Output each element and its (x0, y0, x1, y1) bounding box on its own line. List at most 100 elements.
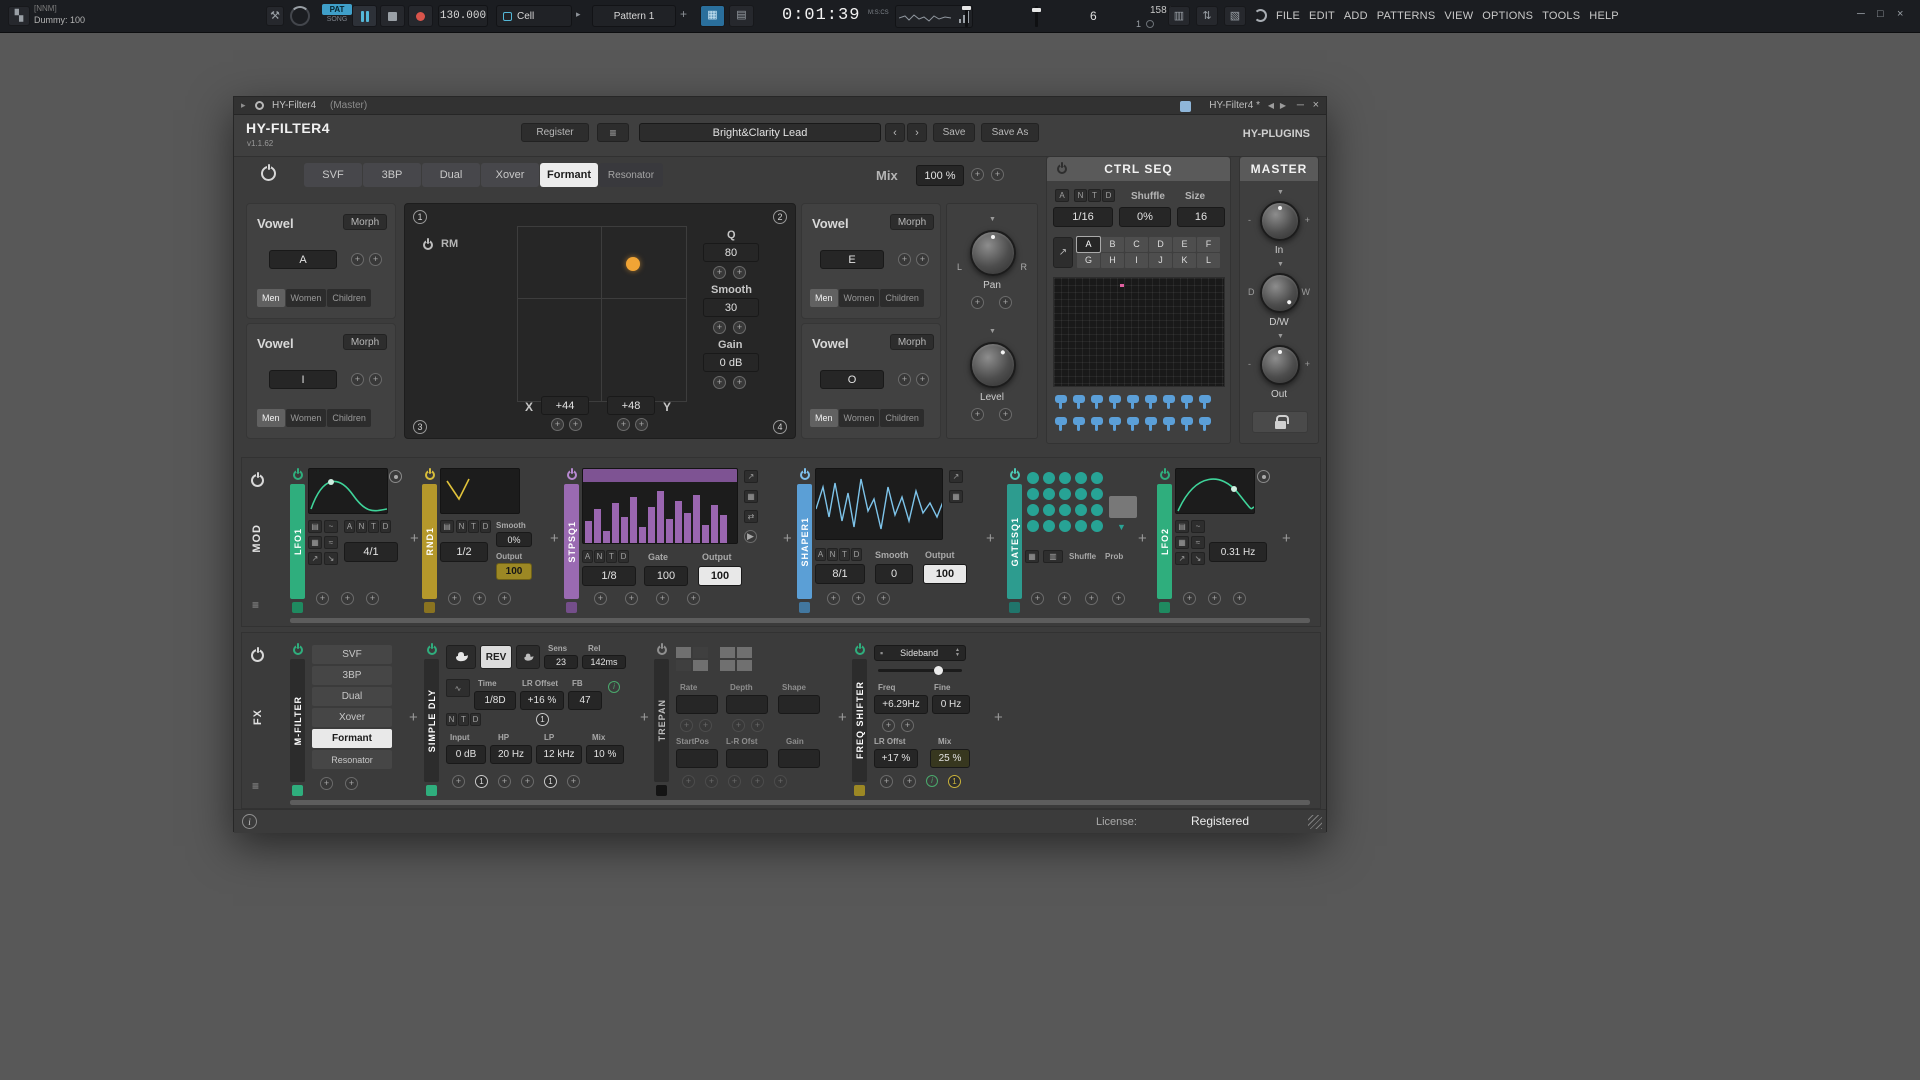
add-module-icon[interactable]: + (838, 709, 847, 726)
group-children[interactable]: Children (327, 289, 371, 307)
lfo1-wave-icon[interactable]: ~ (324, 520, 338, 533)
mod-slot-button[interactable]: + (903, 775, 916, 788)
lfo2-fall-icon[interactable]: ↘ (1191, 552, 1205, 565)
gatesq1-power-icon[interactable] (1010, 470, 1020, 480)
info-icon[interactable]: i (926, 775, 938, 787)
vowel-next-button[interactable]: + (369, 253, 382, 266)
vowel-prev-button[interactable]: + (351, 373, 364, 386)
plugin-minimize-icon[interactable]: ─ (1297, 100, 1304, 111)
mod-slot-button[interactable]: + (1085, 592, 1098, 605)
y-plus-button[interactable]: + (635, 418, 648, 431)
group-children[interactable]: Children (880, 289, 924, 307)
one-badge-icon[interactable]: 1 (948, 775, 961, 788)
adjust-button[interactable]: + (751, 719, 764, 732)
channel-rack-icon[interactable]: ▚ (8, 6, 30, 26)
lfo2-power-icon[interactable] (1160, 470, 1170, 480)
mix-mod-button[interactable]: + (991, 168, 1004, 181)
smooth-minus-button[interactable]: + (713, 321, 726, 334)
shift-slider[interactable] (878, 669, 962, 672)
bank-i[interactable]: I (1125, 253, 1148, 268)
preset-name-display[interactable]: Bright&Clarity Lead (639, 123, 881, 142)
gatesq1-pages-icon[interactable]: ▥ (1043, 550, 1063, 563)
record-button[interactable] (408, 5, 433, 27)
mod-slot-button[interactable]: + (1058, 592, 1071, 605)
stpsq1-expand-icon[interactable]: ↗ (744, 470, 758, 483)
shaper1-dotted-button[interactable]: D (851, 548, 862, 561)
mod-slot-button[interactable]: + (345, 777, 358, 790)
add-module-icon[interactable]: + (410, 530, 419, 547)
hand-icon[interactable] (1054, 416, 1068, 432)
triplet-mode-button[interactable]: T (1088, 189, 1101, 202)
stpsq1-output-value[interactable]: 100 (698, 566, 742, 586)
browser-icon[interactable]: ⇅ (1196, 6, 1218, 26)
app-maximize-icon[interactable]: □ (1877, 8, 1884, 20)
mod-slot-button[interactable]: + (366, 592, 379, 605)
morph-button[interactable]: Morph (890, 214, 934, 230)
adjust-button[interactable]: + (699, 719, 712, 732)
preset-menu-icon[interactable]: ≡ (597, 123, 629, 142)
vowel-next-button[interactable]: + (916, 373, 929, 386)
tempo-display[interactable]: 130.000 (438, 5, 488, 27)
lfo1-sync-icon[interactable]: ▤ (308, 520, 322, 533)
vowel-next-button[interactable]: + (916, 253, 929, 266)
group-women[interactable]: Women (286, 409, 327, 427)
pattern-add-icon[interactable]: + (680, 7, 687, 21)
morph-button[interactable]: Morph (890, 334, 934, 350)
bank-c[interactable]: C (1125, 237, 1148, 252)
rm-power-icon[interactable] (423, 240, 433, 250)
group-women[interactable]: Women (286, 289, 327, 307)
song-mode-button[interactable]: SONG (322, 16, 352, 23)
hand-icon[interactable] (1162, 394, 1176, 410)
hand-icon[interactable] (1126, 416, 1140, 432)
preset-next-icon[interactable]: › (907, 123, 927, 142)
one-badge-icon[interactable]: 1 (475, 775, 488, 788)
mfilter-item-xover[interactable]: Xover (312, 708, 392, 727)
gain-value[interactable] (778, 749, 820, 768)
app-close-icon[interactable]: × (1897, 8, 1903, 20)
seq-shuffle-value[interactable]: 0% (1119, 207, 1171, 227)
hand-icon[interactable] (1180, 394, 1194, 410)
fx-rack-power-icon[interactable] (251, 649, 264, 662)
shaper1-grid-icon[interactable]: ▦ (949, 490, 963, 503)
duck-small-icon[interactable] (516, 645, 540, 669)
pan-minus-button[interactable]: + (971, 296, 984, 309)
bank-d[interactable]: D (1149, 237, 1172, 252)
app-minimize-icon[interactable]: ─ (1857, 8, 1865, 20)
mod-slot-button[interactable]: + (521, 775, 534, 788)
hand-icon[interactable] (1054, 394, 1068, 410)
gain-plus-button[interactable]: + (733, 376, 746, 389)
tab-3bp[interactable]: 3BP (363, 163, 421, 187)
bank-g[interactable]: G (1077, 253, 1100, 268)
gain-minus-button[interactable]: + (713, 376, 726, 389)
dly-dotted-button[interactable]: D (470, 713, 481, 726)
group-women[interactable]: Women (839, 409, 880, 427)
adjust-button[interactable]: + (732, 719, 745, 732)
mod-slot-button[interactable]: + (751, 775, 764, 788)
master-lock-button[interactable] (1252, 411, 1308, 433)
stpsq1-step-display[interactable] (582, 468, 738, 544)
stpsq1-swap-icon[interactable]: ⇄ (744, 510, 758, 523)
time-value[interactable]: 1/8D (474, 691, 516, 710)
menu-tools[interactable]: TOOLS (1542, 10, 1580, 22)
mod-slot-button[interactable]: + (705, 775, 718, 788)
mod-slot-button[interactable]: + (1208, 592, 1221, 605)
add-module-icon[interactable]: + (1138, 530, 1147, 547)
stpsq1-power-icon[interactable] (567, 470, 577, 480)
group-children[interactable]: Children (327, 409, 371, 427)
fs-mix-value[interactable]: 25 % (930, 749, 970, 768)
shaper1-smooth-value[interactable]: 0 (875, 564, 913, 584)
vowel-value[interactable]: O (820, 370, 884, 389)
mod-slot-button[interactable]: + (567, 775, 580, 788)
gatesq1-grid-icon[interactable]: ▦ (1025, 550, 1039, 563)
mod-slot-button[interactable]: + (448, 592, 461, 605)
dw-knob[interactable] (1260, 273, 1300, 313)
adjust-button[interactable]: + (901, 719, 914, 732)
trepan-power-icon[interactable] (657, 645, 667, 655)
xy-pad[interactable] (517, 226, 687, 402)
mod-slot-button[interactable]: + (320, 777, 333, 790)
rnd1-rate-value[interactable]: 1/2 (440, 542, 488, 562)
morph-button[interactable]: Morph (343, 214, 387, 230)
vowel-value[interactable]: A (269, 250, 337, 269)
tool-icon[interactable]: ⚒ (266, 6, 284, 26)
hand-icon[interactable] (1144, 416, 1158, 432)
